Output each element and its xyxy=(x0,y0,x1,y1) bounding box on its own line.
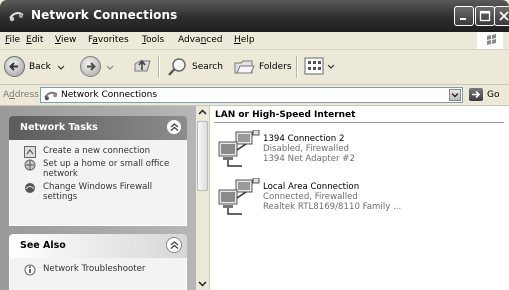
collapse-button[interactable] xyxy=(166,237,182,253)
task-firewall-settings[interactable]: Change Windows Firewall settings xyxy=(10,182,186,202)
maximize-icon xyxy=(479,10,491,22)
back-arrow-icon xyxy=(4,56,25,77)
network-tasks-panel: Network Tasks Create a new connection Se… xyxy=(9,116,187,226)
menu-favorites[interactable]: Favorites xyxy=(88,35,129,45)
go-button[interactable]: Go xyxy=(469,88,499,101)
collapse-button[interactable] xyxy=(166,119,182,135)
task-create-connection[interactable]: Create a new connection xyxy=(10,146,186,158)
chevron-down-icon xyxy=(106,65,114,70)
maximize-button[interactable] xyxy=(475,6,495,26)
go-arrow-icon xyxy=(469,88,483,101)
close-icon xyxy=(499,11,509,21)
folders-icon xyxy=(234,60,255,74)
chevron-down-icon xyxy=(327,64,335,69)
connection-status: Connected, Firewalled xyxy=(263,192,358,202)
up-folder-icon xyxy=(134,59,151,72)
double-chevron-up-icon xyxy=(170,123,179,131)
search-icon xyxy=(168,58,186,76)
task-home-network[interactable]: Set up a home or small office network xyxy=(10,159,186,179)
address-label: Address xyxy=(3,90,39,100)
search-button[interactable]: Search xyxy=(166,56,223,78)
chevron-up-icon xyxy=(198,109,207,115)
firewall-icon xyxy=(25,183,35,193)
windows-logo-icon xyxy=(477,32,503,49)
connection-name: Local Area Connection xyxy=(263,182,360,192)
panel-title: Network Tasks xyxy=(20,122,98,133)
scroll-thumb[interactable] xyxy=(197,121,208,191)
up-folder-button[interactable] xyxy=(132,56,152,76)
panel-header[interactable]: See Also xyxy=(9,234,187,258)
panel-body: Create a new connection Set up a home or… xyxy=(9,140,187,226)
network-connections-icon xyxy=(9,12,24,22)
network-connection-icon xyxy=(218,178,260,215)
menu-bar: File Edit View Favorites Tools Advanced … xyxy=(0,32,509,50)
panel-header[interactable]: Network Tasks xyxy=(9,116,187,140)
connection-device: Realtek RTL8169/8110 Family ... xyxy=(263,202,402,212)
menu-tools[interactable]: Tools xyxy=(142,35,164,45)
scroll-down-button[interactable] xyxy=(196,277,209,290)
connection-status: Disabled, Firewalled xyxy=(263,144,349,154)
address-input[interactable]: Network Connections xyxy=(40,87,463,103)
vertical-scrollbar[interactable] xyxy=(196,106,210,290)
scroll-up-button[interactable] xyxy=(196,106,209,119)
task-pane: Network Tasks Create a new connection Se… xyxy=(0,106,196,290)
explorer-window: Network Connections File Edit View Favor… xyxy=(0,0,509,290)
chevron-down-icon xyxy=(57,65,65,70)
toolbar: Back Search Folders xyxy=(0,50,509,85)
chevron-down-icon xyxy=(198,281,207,287)
network-connection-icon xyxy=(218,130,260,167)
views-icon xyxy=(304,57,324,75)
new-connection-icon xyxy=(24,146,36,158)
double-chevron-up-icon xyxy=(170,241,179,249)
connection-name: 1394 Connection 2 xyxy=(263,134,345,144)
menu-file[interactable]: File xyxy=(5,35,20,45)
network-connections-icon xyxy=(44,91,58,101)
title-bar[interactable]: Network Connections xyxy=(0,0,509,32)
forward-button[interactable] xyxy=(80,56,114,77)
info-icon xyxy=(24,264,36,276)
home-network-icon xyxy=(24,159,36,171)
views-button[interactable] xyxy=(304,57,335,75)
section-title: LAN or High-Speed Internet xyxy=(215,110,356,120)
folders-button[interactable]: Folders xyxy=(233,56,292,78)
back-button[interactable]: Back xyxy=(4,56,65,77)
chevron-down-icon xyxy=(451,93,459,98)
close-button[interactable] xyxy=(494,6,509,26)
address-dropdown-button[interactable] xyxy=(449,89,461,101)
connection-device: 1394 Net Adapter #2 xyxy=(263,154,355,164)
toolbar-separator xyxy=(158,56,160,78)
address-bar: Address Network Connections Go xyxy=(0,85,509,106)
window-title: Network Connections xyxy=(31,8,178,22)
menu-view[interactable]: View xyxy=(55,35,76,45)
toolbar-separator xyxy=(296,56,298,78)
task-network-troubleshooter[interactable]: Network Troubleshooter xyxy=(10,264,186,276)
menu-help[interactable]: Help xyxy=(234,35,255,45)
menu-edit[interactable]: Edit xyxy=(26,35,43,45)
section-divider xyxy=(214,122,504,123)
forward-arrow-icon xyxy=(80,56,101,77)
address-value: Network Connections xyxy=(61,90,158,100)
panel-body: Network Troubleshooter xyxy=(9,258,187,290)
menu-advanced[interactable]: Advanced xyxy=(178,35,222,45)
panel-title: See Also xyxy=(20,240,66,251)
content-area: LAN or High-Speed Internet 1394 Connecti… xyxy=(196,106,509,290)
see-also-panel: See Also Network Troubleshooter xyxy=(9,234,187,290)
minimize-icon xyxy=(460,18,466,20)
minimize-button[interactable] xyxy=(454,6,474,26)
